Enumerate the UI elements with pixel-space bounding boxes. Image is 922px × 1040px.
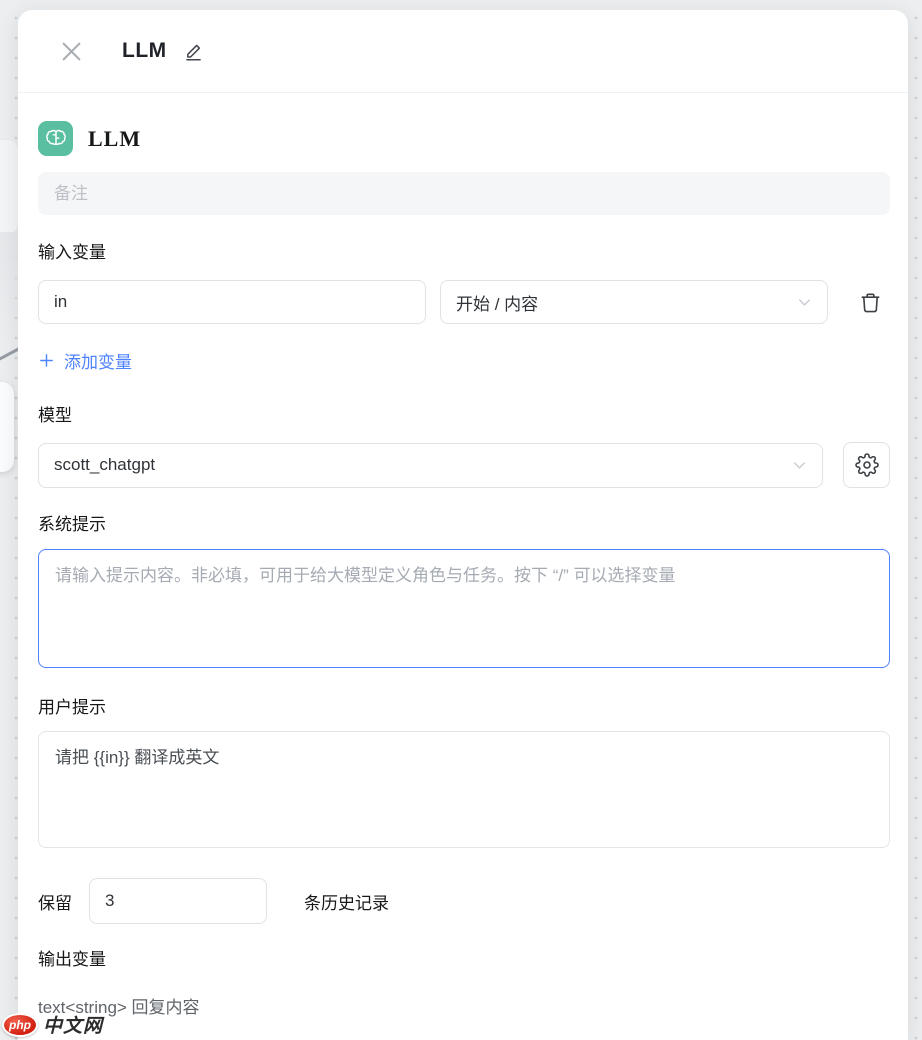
delete-variable-button[interactable]	[850, 280, 890, 324]
output-variables-label: 输出变量	[38, 945, 890, 970]
plus-icon	[38, 352, 55, 369]
trash-icon	[859, 291, 882, 314]
panel-header: LLM	[18, 10, 908, 93]
close-button[interactable]	[58, 38, 85, 65]
close-icon	[58, 38, 85, 65]
background-node-shape	[0, 382, 14, 472]
site-watermark: php 中文网	[2, 1011, 103, 1038]
history-suffix-label: 条历史记录	[304, 889, 389, 914]
variable-source-select[interactable]: 开始 / 内容	[440, 280, 828, 324]
user-prompt-label: 用户提示	[38, 693, 890, 718]
rename-button[interactable]	[183, 41, 204, 62]
background-gradient	[0, 232, 18, 342]
llm-node-config-panel: LLM LLM 输入变量 开始 / 内容	[18, 10, 908, 1040]
add-variable-link[interactable]: 添加变量	[38, 348, 132, 373]
history-count-input[interactable]	[89, 878, 267, 924]
panel-title: LLM	[122, 39, 167, 63]
node-identity-row: LLM	[38, 121, 890, 156]
model-select[interactable]: scott_chatgpt	[38, 443, 823, 488]
variable-name-input[interactable]	[38, 280, 426, 324]
node-name: LLM	[88, 126, 141, 152]
watermark-text: 中文网	[43, 1011, 103, 1038]
model-row: scott_chatgpt	[38, 442, 890, 488]
chevron-down-icon	[790, 456, 809, 475]
input-variables-label: 输入变量	[38, 238, 890, 263]
system-prompt-textarea[interactable]	[38, 549, 890, 668]
chevron-down-icon	[795, 293, 814, 312]
model-settings-button[interactable]	[843, 442, 890, 488]
history-row: 保留 条历史记录	[38, 878, 890, 924]
remark-input[interactable]	[38, 172, 890, 215]
add-variable-label: 添加变量	[64, 348, 132, 373]
gear-icon	[855, 453, 879, 477]
output-variable-value: text<string> 回复内容	[38, 993, 890, 1018]
background-node-shape	[0, 140, 18, 234]
llm-brain-icon	[38, 121, 73, 156]
input-variable-row: 开始 / 内容	[38, 280, 890, 324]
php-logo-text: php	[9, 1018, 31, 1032]
user-prompt-textarea[interactable]: 请把 {{in}} 翻译成英文	[38, 731, 890, 848]
variable-source-value: 开始 / 内容	[456, 290, 795, 315]
model-selected-value: scott_chatgpt	[54, 455, 790, 475]
edit-pencil-icon	[183, 41, 204, 62]
php-logo: php	[2, 1013, 38, 1037]
history-prefix-label: 保留	[38, 889, 72, 914]
model-label: 模型	[38, 401, 890, 426]
system-prompt-label: 系统提示	[38, 510, 890, 535]
